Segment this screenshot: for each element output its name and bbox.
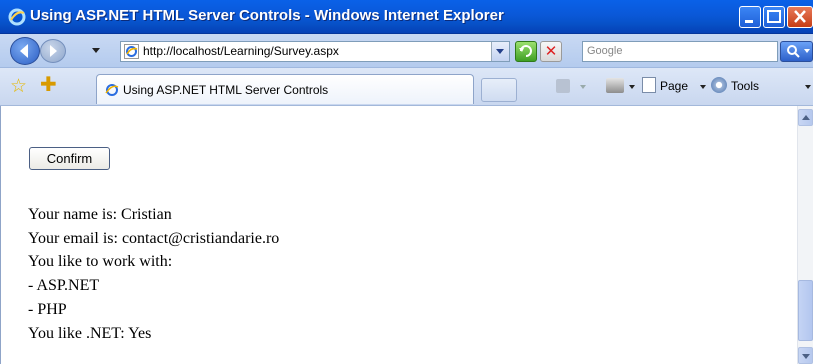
scroll-up-button[interactable]: [798, 109, 813, 126]
result-line: - PHP: [28, 300, 67, 318]
stop-button[interactable]: ✕: [540, 41, 562, 62]
title-bar: Using ASP.NET HTML Server Controls - Win…: [0, 0, 813, 34]
back-button[interactable]: [10, 37, 40, 65]
result-line: Your email is: contact@cristiandarie.ro: [28, 229, 280, 247]
search-box[interactable]: Google: [582, 41, 778, 62]
result-text: Your name is: Cristian Your email is: co…: [28, 203, 279, 345]
forward-icon: [50, 45, 57, 57]
scroll-thumb[interactable]: [798, 280, 813, 341]
page-menu[interactable]: Page: [660, 79, 688, 93]
ie-logo-icon: [8, 8, 26, 26]
search-icon: [787, 45, 810, 58]
feeds-icon[interactable]: [556, 79, 570, 93]
result-line: You like .NET: Yes: [28, 324, 152, 342]
page-dropdown[interactable]: [700, 85, 706, 89]
add-favorite-icon[interactable]: ✚: [40, 74, 57, 94]
minimize-icon: [745, 20, 753, 23]
back-icon: [20, 44, 28, 58]
close-button[interactable]: [787, 6, 813, 28]
address-bar[interactable]: http://localhost/Learning/Survey.aspx: [120, 41, 510, 62]
result-line: Your name is: Cristian: [28, 206, 172, 223]
maximize-icon: [767, 10, 781, 23]
search-button[interactable]: [780, 41, 813, 62]
print-icon[interactable]: [606, 78, 624, 93]
tools-menu[interactable]: Tools: [731, 79, 759, 93]
new-tab-button[interactable]: [481, 78, 517, 102]
address-dropdown-button[interactable]: [491, 42, 509, 61]
page-ie-icon: [124, 44, 139, 59]
maximize-button[interactable]: [763, 6, 785, 28]
refresh-icon: [519, 45, 532, 57]
tab-ie-icon: [105, 84, 119, 96]
search-input[interactable]: Google: [587, 45, 622, 57]
page-icon[interactable]: [642, 77, 656, 93]
tab-command-bar: ☆ ✚ Using ASP.NET HTML Server Controls P…: [0, 68, 813, 106]
page-content: Confirm Your name is: Cristian Your emai…: [0, 106, 797, 364]
forward-button[interactable]: [40, 39, 66, 63]
minimize-button[interactable]: [739, 6, 761, 28]
address-toolbar: http://localhost/Learning/Survey.aspx ✕ …: [0, 34, 813, 68]
refresh-button[interactable]: [515, 41, 537, 62]
tools-icon[interactable]: [711, 77, 727, 93]
confirm-button[interactable]: Confirm: [29, 147, 110, 170]
favorites-star-icon[interactable]: ☆: [10, 76, 27, 96]
close-icon: [794, 10, 806, 23]
vertical-scrollbar[interactable]: [797, 106, 813, 364]
feeds-dropdown[interactable]: [580, 85, 586, 89]
stop-icon: ✕: [544, 42, 558, 60]
tools-dropdown[interactable]: [805, 85, 811, 89]
print-dropdown[interactable]: [629, 85, 635, 89]
scroll-down-button[interactable]: [798, 347, 813, 364]
tab-active[interactable]: Using ASP.NET HTML Server Controls: [96, 74, 474, 104]
window-title: Using ASP.NET HTML Server Controls - Win…: [30, 7, 504, 24]
result-line: - ASP.NET: [28, 277, 100, 295]
recent-pages-dropdown[interactable]: [92, 48, 100, 53]
address-input[interactable]: http://localhost/Learning/Survey.aspx: [143, 44, 339, 58]
result-line: You like to work with:: [28, 253, 173, 271]
tab-label: Using ASP.NET HTML Server Controls: [123, 83, 329, 97]
